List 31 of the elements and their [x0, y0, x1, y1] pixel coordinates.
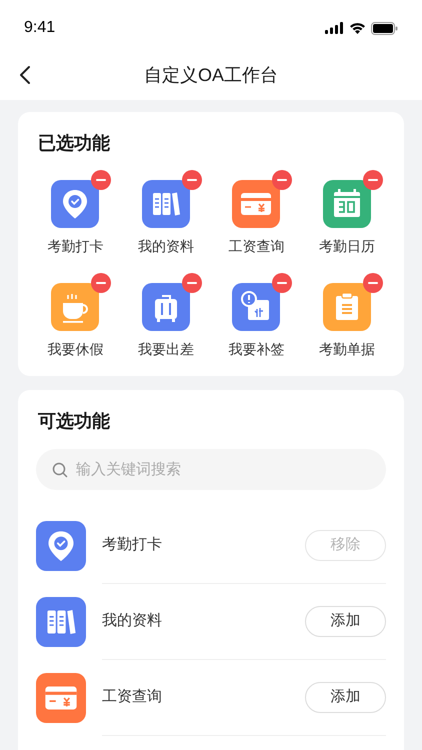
remove-icon[interactable] — [272, 170, 292, 190]
wifi-icon — [349, 22, 366, 34]
remove-icon[interactable] — [272, 273, 292, 293]
function-label: 我要出差 — [138, 340, 194, 358]
function-label: 考勤打卡 — [47, 237, 104, 255]
remove-icon[interactable] — [91, 170, 112, 190]
function-label: 考勤打卡 — [102, 535, 162, 556]
battery-icon — [371, 22, 398, 34]
function-label: 工资查询 — [102, 687, 162, 708]
remove-icon[interactable] — [91, 273, 112, 293]
remove-icon[interactable] — [362, 273, 383, 293]
add-button[interactable]: 添加 — [305, 682, 386, 713]
function-label: 我要休假 — [47, 340, 104, 358]
function-label: 考勤日历 — [318, 237, 375, 255]
add-button[interactable]: 添加 — [305, 606, 386, 637]
section-title: 已选功能 — [38, 132, 111, 154]
status-time: 9:41 — [24, 18, 56, 38]
search-field[interactable]: 输入关键词搜索 — [36, 449, 386, 490]
function-label: 我的资料 — [138, 237, 194, 255]
remove-icon[interactable] — [182, 273, 202, 293]
function-label: 考勤单据 — [318, 340, 375, 358]
section-title: 可选功能 — [37, 410, 111, 432]
signal-icon — [325, 22, 344, 34]
function-label: 我的资料 — [102, 611, 162, 632]
back-icon — [19, 65, 31, 85]
page-title: 自定义OA工作台 — [144, 64, 278, 86]
search-icon — [52, 462, 68, 478]
remove-icon[interactable] — [182, 170, 202, 190]
remove-icon[interactable] — [362, 170, 383, 190]
function-label: 我要补签 — [228, 340, 284, 358]
function-label: 工资查询 — [228, 237, 284, 255]
